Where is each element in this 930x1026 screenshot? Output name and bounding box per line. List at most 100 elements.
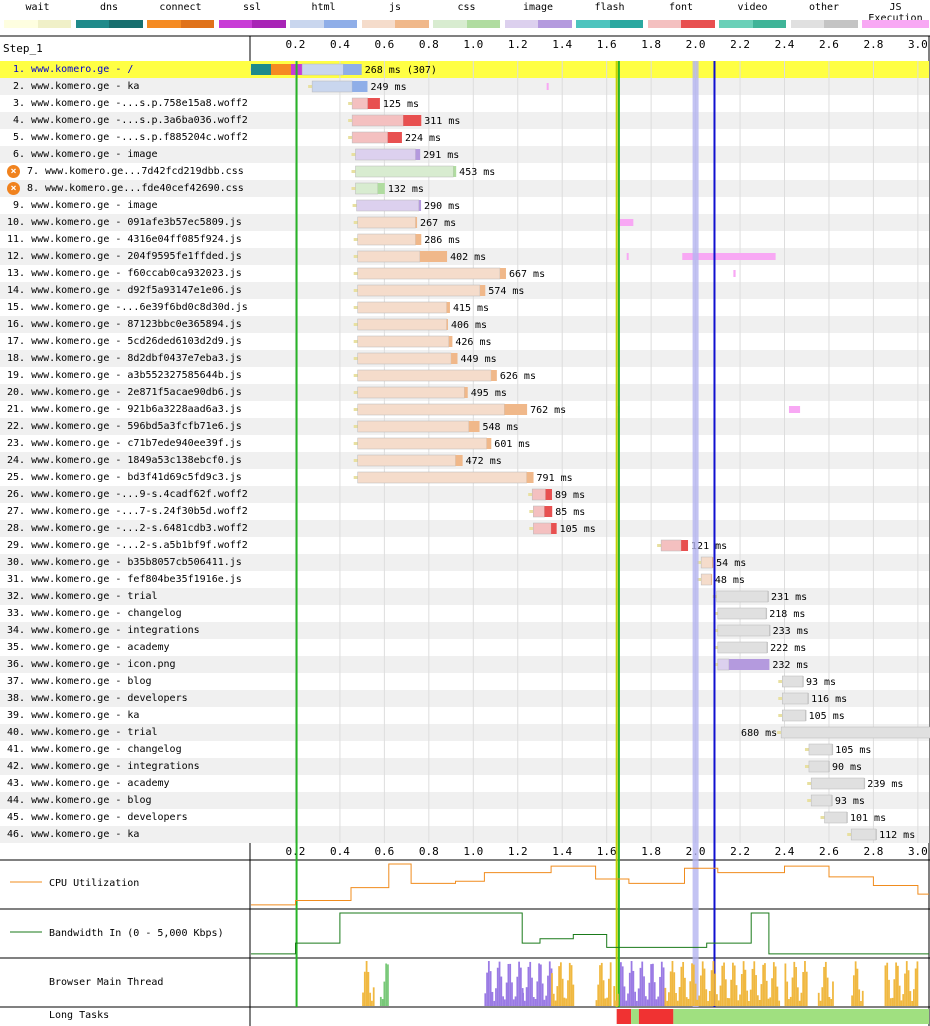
request-label[interactable]: 29. www.komero.ge -...2-s.a5b1bf9f.woff2: [7, 537, 248, 554]
request-label[interactable]: 39. www.komero.ge - ka: [7, 707, 139, 724]
main-thread-activity: [716, 994, 718, 1006]
wait-marker: [353, 340, 358, 343]
request-label[interactable]: 25. www.komero.ge - bd3f41d69c5fd9c3.js: [7, 469, 242, 486]
main-thread-activity: [519, 967, 522, 1006]
main-thread-activity: [567, 980, 569, 1006]
request-label[interactable]: 30. www.komero.ge - b35b8057cb506411.js: [7, 554, 242, 571]
request-label[interactable]: 21. www.komero.ge - 921b6a3228aad6a3.js: [7, 401, 242, 418]
request-label[interactable]: 4. www.komero.ge -...s.p.3a6ba036.woff2: [13, 112, 248, 129]
request-duration: 112 ms: [879, 830, 915, 841]
wait-marker: [353, 408, 358, 411]
main-thread-activity: [911, 1000, 913, 1006]
request-label[interactable]: 8. www.komero.ge...fde40cef42690.css: [27, 180, 244, 197]
request-label[interactable]: 7. www.komero.ge...7d42fcd219dbb.css: [27, 163, 244, 180]
main-thread-activity: [735, 985, 738, 1006]
wait-marker: [528, 493, 533, 496]
request-bar-download: [526, 472, 534, 483]
request-label[interactable]: 22. www.komero.ge - 596bd5a3fcfb71e6.js: [7, 418, 242, 435]
request-label[interactable]: 40. www.komero.ge - trial: [7, 724, 158, 741]
tick-label: 0.8: [419, 845, 439, 858]
request-label[interactable]: 23. www.komero.ge - c71b7ede940ee39f.js: [7, 435, 242, 452]
request-bar-ttfb: [782, 675, 803, 688]
request-duration: 101 ms: [850, 813, 886, 824]
request-label[interactable]: 27. www.komero.ge -...7-s.24f30b5d.woff2: [7, 503, 248, 520]
request-label[interactable]: 33. www.komero.ge - changelog: [7, 605, 182, 622]
wait-marker: [353, 255, 358, 258]
request-label[interactable]: 43. www.komero.ge - academy: [7, 775, 170, 792]
request-bar-download: [468, 421, 480, 432]
request-label[interactable]: 16. www.komero.ge - 87123bbc0e365894.js: [7, 316, 242, 333]
request-label[interactable]: 20. www.komero.ge - 2e871f5acae90db6.js: [7, 384, 242, 401]
request-label[interactable]: 5. www.komero.ge -...s.p.f885204c.woff2: [13, 129, 248, 146]
request-label[interactable]: 3. www.komero.ge -...s.p.758e15a8.woff2: [13, 95, 248, 112]
request-duration: 249 ms: [370, 82, 406, 93]
request-bar-download: [712, 557, 714, 568]
request-label[interactable]: 17. www.komero.ge - 5cd26ded6103d2d9.js: [7, 333, 242, 350]
request-label[interactable]: 26. www.komero.ge -...9-s.4cadf62f.woff2: [7, 486, 248, 503]
main-thread-activity: [793, 961, 796, 1006]
main-thread-activity: [609, 962, 612, 1006]
request-duration: 116 ms: [811, 694, 847, 705]
request-label[interactable]: 11. www.komero.ge - 4316e04ff085f924.js: [7, 231, 242, 248]
request-label[interactable]: 41. www.komero.ge - changelog: [7, 741, 182, 758]
request-label[interactable]: 42. www.komero.ge - integrations: [7, 758, 200, 775]
main-thread-activity: [541, 983, 544, 1006]
request-bar-download: [367, 98, 380, 109]
request-duration: 311 ms: [424, 116, 460, 127]
request-bar-download: [766, 608, 768, 619]
request-label[interactable]: 35. www.komero.ge - academy: [7, 639, 170, 656]
request-duration: 406 ms: [451, 320, 487, 331]
request-bar-ttfb: [351, 97, 368, 110]
request-label[interactable]: 38. www.komero.ge - developers: [7, 690, 188, 707]
request-label[interactable]: 28. www.komero.ge -...2-s.6481cdb3.woff2: [7, 520, 248, 537]
request-label[interactable]: 46. www.komero.ge - ka: [7, 826, 139, 843]
main-thread-activity: [534, 998, 537, 1006]
request-label[interactable]: 10. www.komero.ge - 091afe3b57ec5809.js: [7, 214, 242, 231]
request-duration: 224 ms: [405, 133, 441, 144]
request-bar-ttfb: [716, 590, 769, 603]
request-label[interactable]: 12. www.komero.ge - 204f9595fe1ffded.js: [7, 248, 242, 265]
main-thread-activity: [705, 989, 708, 1006]
request-label[interactable]: 36. www.komero.ge - icon.png: [7, 656, 176, 673]
request-label[interactable]: 32. www.komero.ge - trial: [7, 588, 158, 605]
request-bar-ttfb: [357, 250, 421, 263]
main-thread-activity: [769, 997, 772, 1006]
request-duration: 495 ms: [471, 388, 507, 399]
request-label[interactable]: 1. www.komero.ge - /: [0, 61, 250, 78]
main-thread-activity: [753, 961, 756, 1006]
request-label[interactable]: 45. www.komero.ge - developers: [7, 809, 188, 826]
request-label[interactable]: 13. www.komero.ge - f60ccab0ca932023.js: [7, 265, 242, 282]
request-bar-download: [451, 353, 458, 364]
tick-label: 2.8: [863, 845, 883, 858]
request-label[interactable]: 9. www.komero.ge - image: [13, 197, 158, 214]
request-label[interactable]: 44. www.komero.ge - blog: [7, 792, 152, 809]
main-thread-activity: [602, 980, 605, 1006]
request-duration: 85 ms: [555, 507, 585, 518]
main-thread-activity: [628, 972, 631, 1006]
request-label[interactable]: 37. www.komero.ge - blog: [7, 673, 152, 690]
request-label[interactable]: 34. www.komero.ge - integrations: [7, 622, 200, 639]
main-thread-activity: [600, 962, 603, 1006]
request-label[interactable]: 6. www.komero.ge - image: [13, 146, 158, 163]
tick-label: 1.4: [552, 845, 572, 858]
main-thread-activity: [891, 997, 894, 1006]
wait-marker: [820, 816, 825, 819]
request-label[interactable]: 18. www.komero.ge - 8d2dbf0437e7eba3.js: [7, 350, 242, 367]
request-duration: 291 ms: [423, 150, 459, 161]
request-label[interactable]: 24. www.komero.ge - 1849a53c138ebcf0.js: [7, 452, 242, 469]
request-bar-download: [446, 302, 450, 313]
tick-label: 1.0: [463, 845, 483, 858]
cpu-utilization-label: CPU Utilization: [49, 878, 139, 889]
main-thread-activity: [678, 987, 681, 1006]
request-label[interactable]: 2. www.komero.ge - ka: [13, 78, 139, 95]
main-thread-activity: [652, 963, 654, 1006]
request-label[interactable]: 31. www.komero.ge - fef804be35f1916e.js: [7, 571, 242, 588]
main-thread-activity: [387, 964, 389, 1006]
request-label[interactable]: 14. www.komero.ge - d92f5a93147e1e06.js: [7, 282, 242, 299]
request-label[interactable]: 15. www.komero.ge -...6e39f6bd0c8d30d.js: [7, 299, 248, 316]
main-thread-activity: [507, 963, 510, 1006]
main-thread-activity: [637, 988, 640, 1006]
request-duration: 93 ms: [835, 796, 865, 807]
request-duration: 105 ms: [560, 524, 596, 535]
request-label[interactable]: 19. www.komero.ge - a3b552327585644b.js: [7, 367, 242, 384]
